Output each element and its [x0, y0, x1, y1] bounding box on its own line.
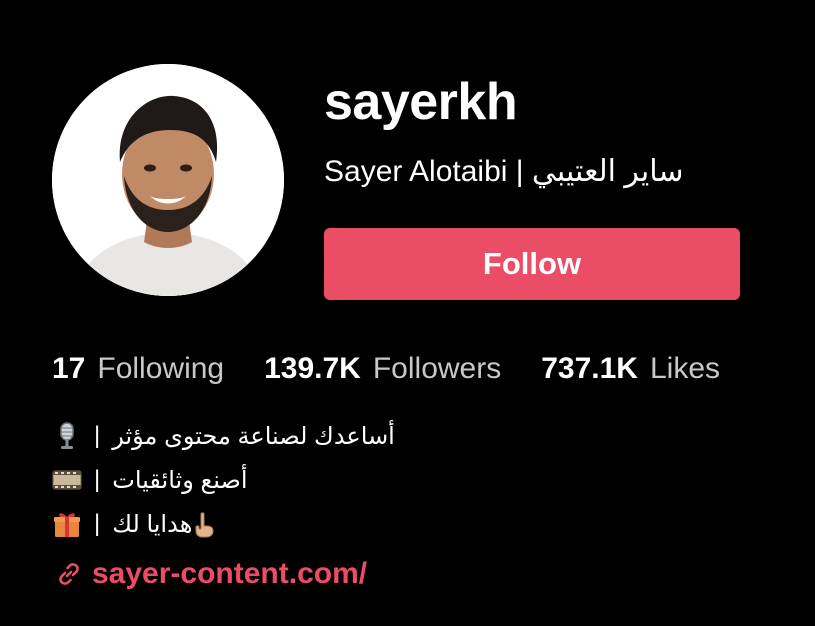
stat-label: Followers [372, 352, 502, 385]
website-link[interactable]: sayer-content.com/ [92, 557, 367, 591]
stat-likes: 737.1K Likes [541, 348, 720, 390]
film-icon [52, 465, 82, 495]
stat-value: 17 [52, 352, 86, 385]
bio-text-content: هدايا لك [112, 510, 193, 538]
bio-text: أساعدك لصناعة محتوى مؤثر [112, 422, 395, 450]
profile-link[interactable]: sayer-content.com/ [56, 554, 367, 594]
gift-icon [52, 509, 82, 539]
stat-label: Likes [649, 352, 721, 385]
follow-button[interactable]: Follow [324, 228, 740, 300]
profile-avatar[interactable] [52, 64, 284, 296]
stat-value: 737.1K [541, 352, 638, 385]
stat-value: 139.7K [264, 352, 361, 385]
stat-label: Following [97, 352, 225, 385]
stat-following[interactable]: 17 Following [52, 348, 224, 390]
bio: | أساعدك لصناعة محتوى مؤثر | أصنع وثائقي… [52, 414, 395, 546]
microphone-icon [52, 421, 82, 451]
bio-line: | أساعدك لصناعة محتوى مؤثر [52, 414, 395, 458]
display-name: Sayer Alotaibi | ساير العتيبي [324, 155, 684, 188]
profile-photo [52, 64, 284, 296]
stat-followers[interactable]: 139.7K Followers [264, 348, 501, 390]
bio-separator: | [94, 422, 101, 449]
pointing-down-icon [192, 512, 216, 538]
bio-text: أصنع وثائقيات [112, 466, 248, 494]
username: sayerkh [324, 73, 518, 131]
bio-text: هدايا لك [112, 510, 220, 539]
bio-separator: | [94, 466, 101, 493]
bio-separator: | [94, 510, 101, 537]
link-icon [56, 561, 82, 587]
bio-line: | هدايا لك [52, 502, 395, 546]
bio-line: | أصنع وثائقيات [52, 458, 395, 502]
profile-stats: 17 Following 139.7K Followers 737.1K Lik… [52, 348, 720, 390]
